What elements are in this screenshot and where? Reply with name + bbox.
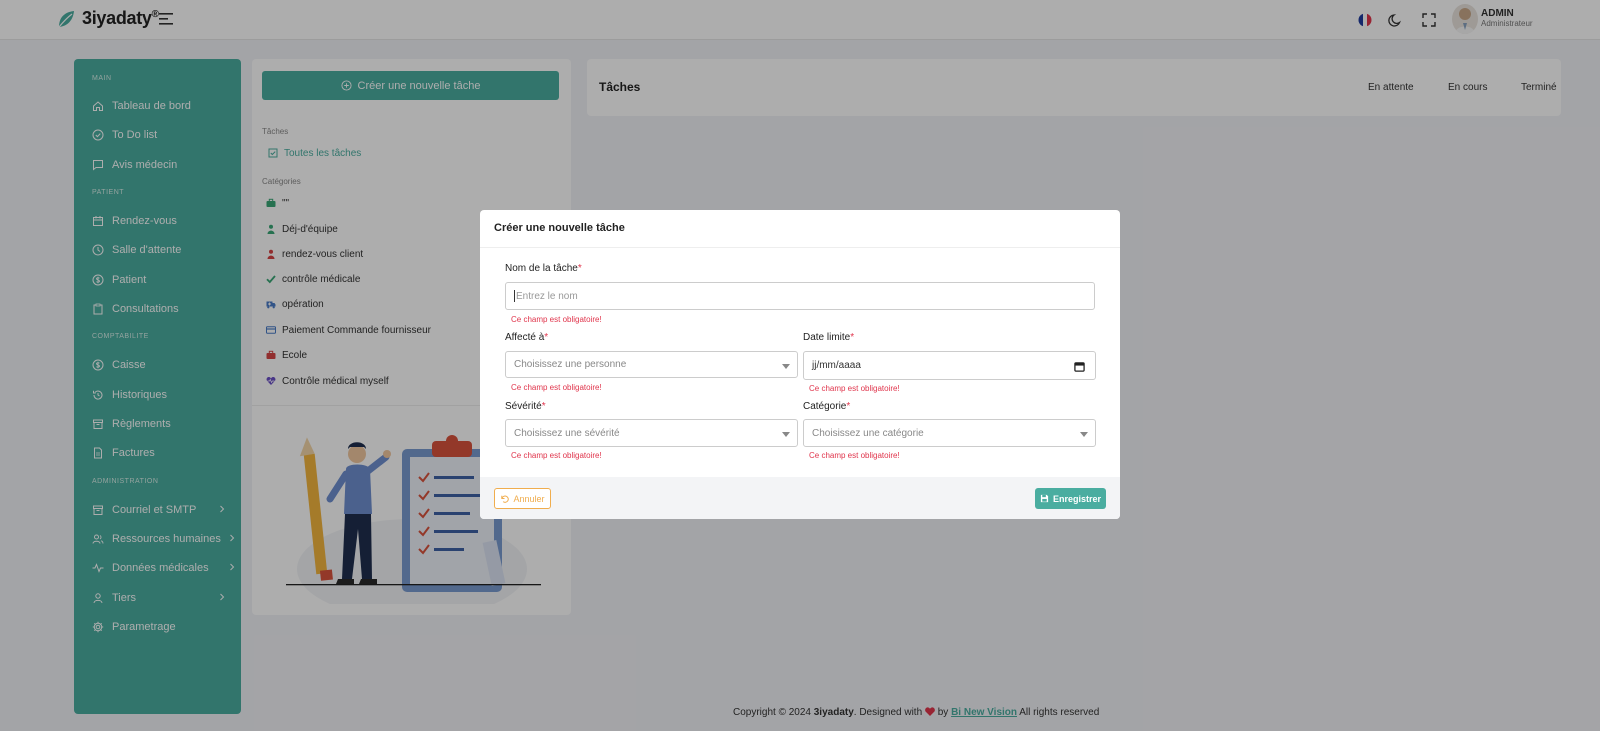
task-name-label: Nom de la tâche* bbox=[505, 263, 582, 274]
severity-select[interactable]: Choisissez une sévérité bbox=[505, 419, 798, 447]
cancel-label: Annuler bbox=[513, 493, 545, 504]
assigned-label: Affecté à* bbox=[505, 332, 549, 343]
chevron-down-icon bbox=[1080, 432, 1088, 437]
category-error: Ce champ est obligatoire! bbox=[809, 451, 900, 460]
calendar-icon[interactable] bbox=[1074, 361, 1085, 372]
category-label: Catégorie* bbox=[803, 401, 851, 412]
severity-error: Ce champ est obligatoire! bbox=[511, 451, 602, 460]
assigned-placeholder: Choisissez une personne bbox=[514, 359, 627, 370]
assigned-select[interactable]: Choisissez une personne bbox=[505, 351, 798, 378]
chevron-down-icon bbox=[782, 364, 790, 369]
chevron-down-icon bbox=[782, 432, 790, 437]
category-placeholder: Choisissez une catégorie bbox=[812, 427, 924, 439]
modal-footer: Annuler Enregistrer bbox=[480, 477, 1120, 519]
task-name-placeholder: Entrez le nom bbox=[516, 290, 578, 302]
due-date-label: Date limite* bbox=[803, 332, 855, 343]
cancel-button[interactable]: Annuler bbox=[494, 488, 551, 509]
category-select[interactable]: Choisissez une catégorie bbox=[803, 419, 1096, 447]
severity-label: Sévérité* bbox=[505, 401, 546, 412]
modal-title: Créer une nouvelle tâche bbox=[480, 210, 1120, 248]
save-button[interactable]: Enregistrer bbox=[1035, 488, 1106, 509]
due-date-error: Ce champ est obligatoire! bbox=[809, 384, 900, 393]
severity-placeholder: Choisissez une sévérité bbox=[514, 427, 620, 439]
save-icon bbox=[1040, 494, 1049, 503]
task-name-error: Ce champ est obligatoire! bbox=[511, 315, 602, 324]
create-task-modal: Créer une nouvelle tâche Nom de la tâche… bbox=[480, 210, 1120, 519]
save-label: Enregistrer bbox=[1052, 493, 1102, 504]
task-name-input[interactable]: Entrez le nom bbox=[505, 282, 1095, 310]
undo-icon bbox=[501, 495, 510, 503]
due-date-placeholder: jj/mm/aaaa bbox=[812, 360, 861, 371]
assigned-error: Ce champ est obligatoire! bbox=[511, 383, 602, 392]
due-date-input[interactable]: jj/mm/aaaa bbox=[803, 351, 1096, 380]
